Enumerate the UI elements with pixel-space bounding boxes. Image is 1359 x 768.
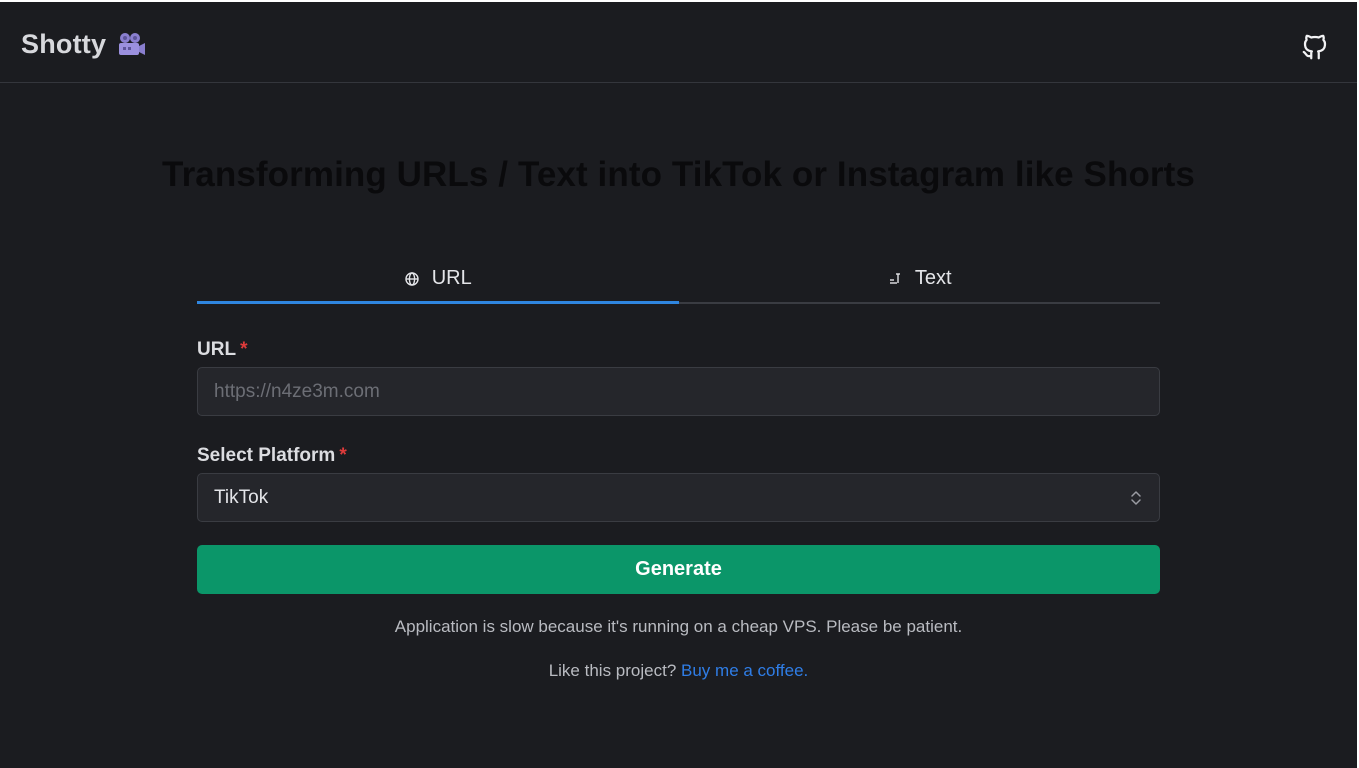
top-header: Shotty: [0, 2, 1357, 83]
globe-icon: [404, 270, 420, 286]
required-mark: *: [240, 339, 248, 360]
platform-select-value: TikTok: [214, 486, 269, 508]
required-mark: *: [339, 445, 347, 466]
platform-field-label: Select Platform *: [197, 445, 347, 467]
brand[interactable]: Shotty: [21, 29, 146, 60]
url-label-text: URL: [197, 339, 237, 360]
chevron-up-down-icon: [1129, 489, 1143, 507]
support-line: Like this project? Buy me a coffee.: [0, 661, 1357, 681]
github-icon[interactable]: [1300, 32, 1330, 62]
text-icon: [887, 270, 903, 286]
url-field-label: URL *: [197, 339, 247, 361]
url-input[interactable]: [197, 367, 1160, 416]
movie-camera-icon: [116, 32, 146, 58]
generate-button[interactable]: Generate: [197, 545, 1160, 594]
buy-coffee-link[interactable]: Buy me a coffee.: [681, 661, 808, 680]
page-headline: Transforming URLs / Text into TikTok or …: [162, 155, 1195, 194]
input-mode-tabs: URL Text: [197, 254, 1160, 304]
performance-note: Application is slow because it's running…: [394, 617, 963, 636]
platform-select[interactable]: TikTok: [197, 473, 1160, 522]
brand-title: Shotty: [21, 29, 107, 59]
app-window: Shotty Transforming URLs / Text into Tik…: [0, 0, 1359, 768]
support-text: Like this project?: [548, 661, 677, 680]
tab-url[interactable]: URL: [197, 254, 679, 304]
platform-label-text: Select Platform: [197, 445, 336, 466]
tab-text[interactable]: Text: [679, 254, 1161, 302]
tab-text-label: Text: [914, 266, 952, 289]
tab-url-label: URL: [431, 266, 472, 289]
